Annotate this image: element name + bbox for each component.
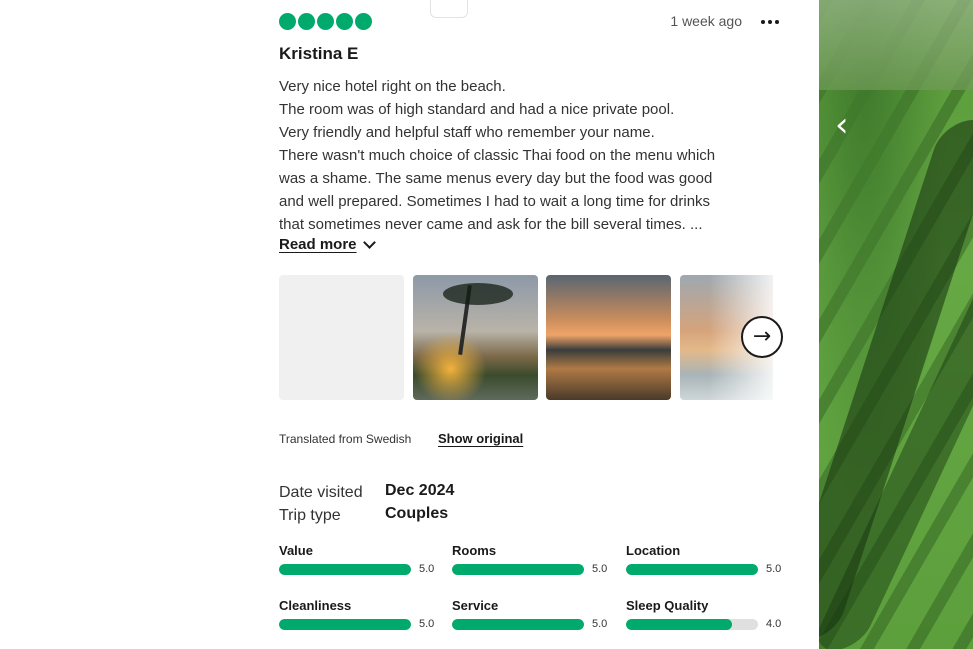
rating-bar-fill [279,563,411,575]
read-more-button[interactable]: Read more [279,235,376,253]
trip-meta-values: Dec 2024 Couples [385,479,454,525]
more-options-icon[interactable] [757,12,783,32]
chevron-down-icon [362,235,376,249]
chevron-left-icon[interactable]: ‹ [835,108,869,142]
review-body-line: was a shame. The same menus every day bu… [279,170,713,187]
date-visited-label: Date visited [279,484,363,501]
rating-bar-track [279,563,411,575]
rating-bar-fill [452,618,584,630]
rating-bar-fill [626,618,732,630]
review-body-line: that sometimes never came and ask for th… [279,216,703,233]
review-body-line: The room was of high standard and had a … [279,101,675,118]
rating-bar-track [626,618,758,630]
rating-label: Cleanliness [279,598,352,613]
rating-bar-fill [452,563,584,575]
rating-bar-fill [626,563,758,575]
review-body-line: Very friendly and helpful staff who reme… [279,124,655,141]
review-body-line: and well prepared. Sometimes I had to wa… [279,193,711,210]
rating-bubble-icon [279,13,296,30]
review-photo[interactable] [413,275,538,400]
rating-label: Location [626,543,681,558]
rating-service: Service 5.0 [452,598,612,630]
rating-bar-track [452,618,584,630]
rating-rooms: Rooms 5.0 [452,543,612,575]
rating-score: 5.0 [766,563,782,575]
read-more-label: Read more [279,236,357,253]
rating-label: Rooms [452,543,497,558]
rating-score: 5.0 [592,618,608,630]
review-photo-placeholder[interactable] [279,275,404,400]
rating-score: 5.0 [419,618,435,630]
rating-score: 5.0 [592,563,608,575]
photo-building-area [819,0,973,90]
rating-location: Location 5.0 [626,543,786,575]
rating-bubble-icon [355,13,372,30]
rating-score: 5.0 [419,563,435,575]
review-photo-carousel [279,275,773,400]
reviewer-name[interactable]: Kristina E [279,44,358,64]
trip-meta-labels: Date visited Trip type [279,481,363,527]
rating-cleanliness: Cleanliness 5.0 [279,598,439,630]
rating-value: Value 5.0 [279,543,439,575]
rating-label: Service [452,598,499,613]
rating-label: Value [279,543,313,558]
rating-bar-track [626,563,758,575]
rating-score: 4.0 [766,618,782,630]
review-body-line: There wasn't much choice of classic Thai… [279,147,716,164]
hotel-photo-panel[interactable]: ‹ [819,0,973,649]
rating-bar-fill [279,618,411,630]
rating-bubbles [279,13,372,30]
translated-note: Translated from Swedish [279,432,412,446]
review-date: 1 week ago [670,13,742,29]
arrow-right-icon[interactable]: → [741,316,783,358]
rating-bubble-icon [298,13,315,30]
review-body: Very nice hotel right on the beach. The … [279,75,779,236]
rating-bar-track [452,563,584,575]
date-visited-value: Dec 2024 [385,482,455,499]
review-body-line: Very nice hotel right on the beach. [279,78,506,95]
trip-type-label: Trip type [279,507,341,524]
review-card: 1 week ago Kristina E Very nice hotel ri… [279,0,785,649]
faint-background-text [68,24,118,38]
trip-type-value: Couples [385,505,449,522]
rating-bar-track [279,618,411,630]
rating-sleep-quality: Sleep Quality 4.0 [626,598,786,630]
show-original-link[interactable]: Show original [438,431,523,446]
rating-label: Sleep Quality [626,598,709,613]
photo-palm-fronds [443,283,513,305]
rating-bubble-icon [336,13,353,30]
review-photo[interactable] [546,275,671,400]
rating-bubble-icon [317,13,334,30]
